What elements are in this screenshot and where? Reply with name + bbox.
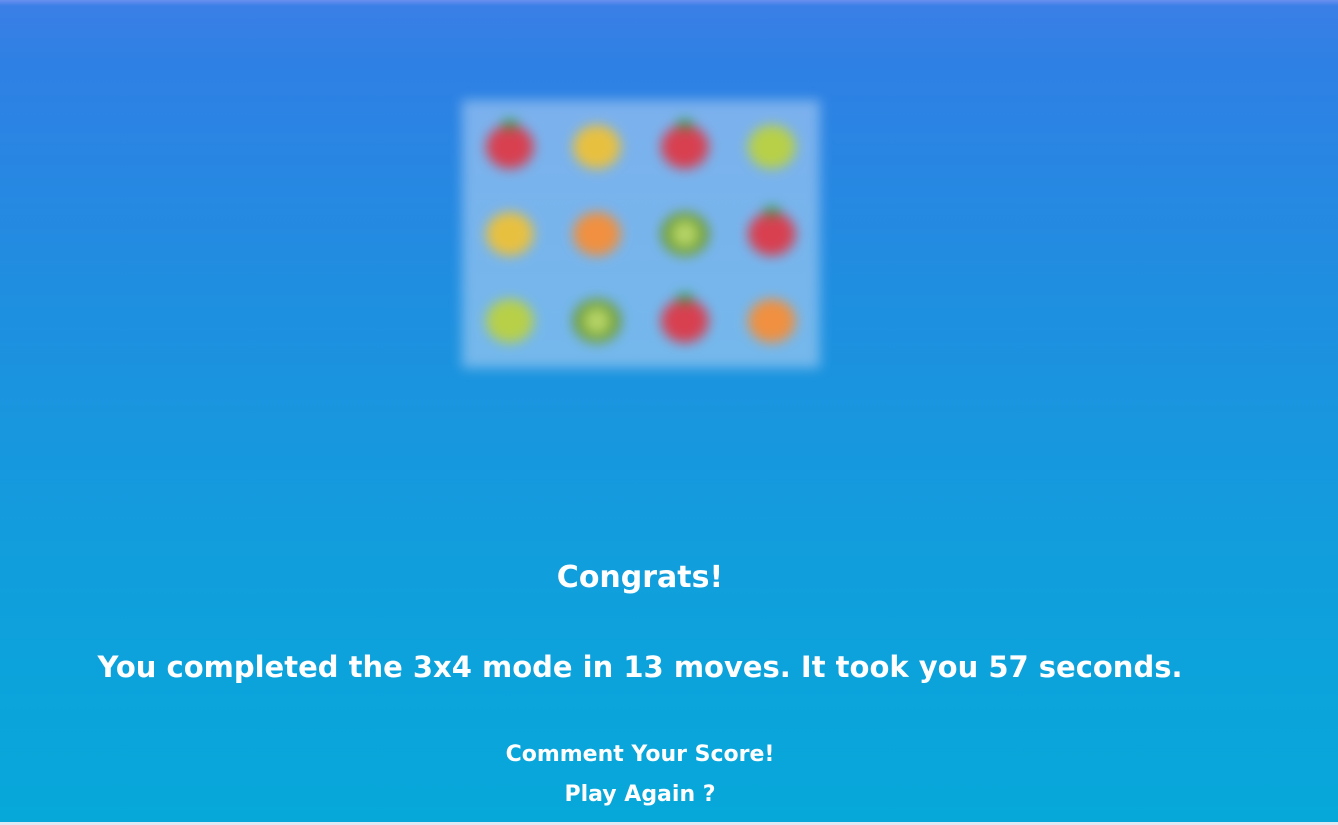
lemon-icon — [485, 211, 534, 256]
card — [554, 191, 642, 278]
card — [641, 191, 729, 278]
strawberry-icon — [660, 292, 709, 343]
card — [729, 191, 817, 278]
orange-icon — [748, 298, 797, 343]
card — [641, 277, 729, 364]
strawberry-icon — [660, 119, 709, 170]
lemon-icon — [573, 125, 622, 170]
card — [466, 277, 554, 364]
card — [554, 104, 642, 191]
result-summary: You completed the 3x4 mode in 13 moves. … — [97, 650, 1183, 684]
card — [554, 277, 642, 364]
game-board — [462, 100, 820, 368]
strawberry-icon — [485, 119, 534, 170]
lime-icon — [748, 125, 797, 170]
card — [729, 104, 817, 191]
card — [466, 191, 554, 278]
card — [641, 104, 729, 191]
strawberry-icon — [748, 205, 797, 256]
comment-score-link[interactable]: Comment Your Score! — [0, 742, 1280, 767]
play-again-button[interactable]: Play Again ? — [0, 782, 1280, 807]
card — [466, 104, 554, 191]
lime-icon — [485, 298, 534, 343]
card — [729, 277, 817, 364]
kiwi-icon — [573, 298, 622, 343]
kiwi-icon — [660, 211, 709, 256]
orange-icon — [573, 211, 622, 256]
congrats-heading: Congrats! — [556, 560, 724, 595]
